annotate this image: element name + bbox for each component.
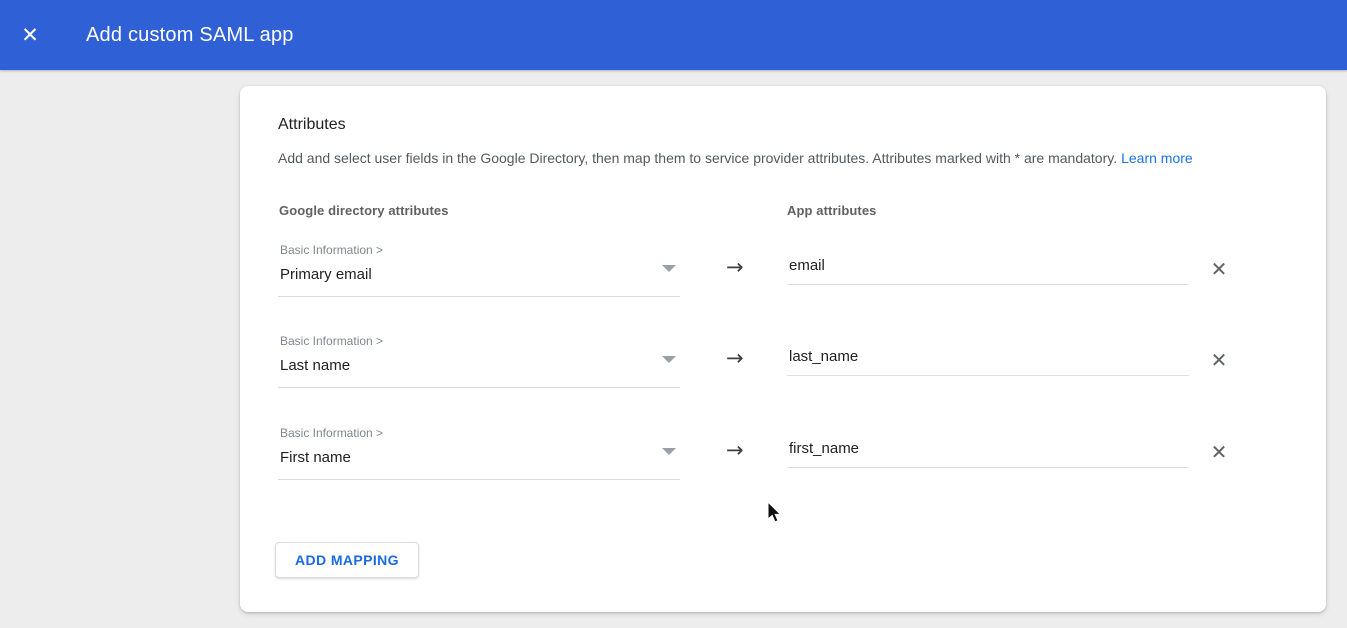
arrow-right-icon: → [726,255,744,279]
google-attribute-value: Primary email [280,266,372,283]
mapping-row: Basic Information > Last name → ✕ [278,332,1288,412]
arrow-right-icon: → [726,438,744,462]
chevron-down-icon [662,448,676,455]
column-header-app-attributes: App attributes [787,203,877,218]
close-icon[interactable]: ✕ [10,15,50,55]
delete-mapping-icon[interactable]: ✕ [1203,344,1235,376]
arrow-right-icon: → [726,346,744,370]
google-attribute-select[interactable]: Basic Information > First name [278,424,680,480]
app-attribute-field [787,434,1189,474]
section-title: Attributes [278,116,346,134]
app-attribute-field [787,251,1189,291]
add-mapping-button[interactable]: ADD MAPPING [275,542,419,578]
app-attribute-field [787,342,1189,382]
chevron-down-icon [662,265,676,272]
google-attribute-select[interactable]: Basic Information > Last name [278,332,680,388]
app-attribute-input[interactable] [787,434,1189,468]
attribute-category-label: Basic Information > [280,243,383,257]
select-underline [278,387,680,388]
delete-mapping-icon[interactable]: ✕ [1203,253,1235,285]
attribute-category-label: Basic Information > [280,426,383,440]
select-underline [278,296,680,297]
dialog-title: Add custom SAML app [86,24,294,47]
attributes-card: Attributes Add and select user fields in… [240,86,1326,612]
dialog-header: ✕ Add custom SAML app [0,0,1347,70]
select-underline [278,479,680,480]
learn-more-link[interactable]: Learn more [1121,150,1193,166]
section-description: Add and select user fields in the Google… [278,150,1193,166]
mapping-row: Basic Information > First name → ✕ [278,424,1288,504]
column-header-google-attributes: Google directory attributes [279,203,449,218]
google-attribute-select[interactable]: Basic Information > Primary email [278,241,680,297]
description-text: Add and select user fields in the Google… [278,150,1117,166]
google-attribute-value: Last name [280,357,350,374]
delete-mapping-icon[interactable]: ✕ [1203,436,1235,468]
google-attribute-value: First name [280,449,351,466]
app-attribute-input[interactable] [787,251,1189,285]
app-attribute-input[interactable] [787,342,1189,376]
mapping-row: Basic Information > Primary email → ✕ [278,241,1288,321]
attribute-category-label: Basic Information > [280,334,383,348]
chevron-down-icon [662,356,676,363]
